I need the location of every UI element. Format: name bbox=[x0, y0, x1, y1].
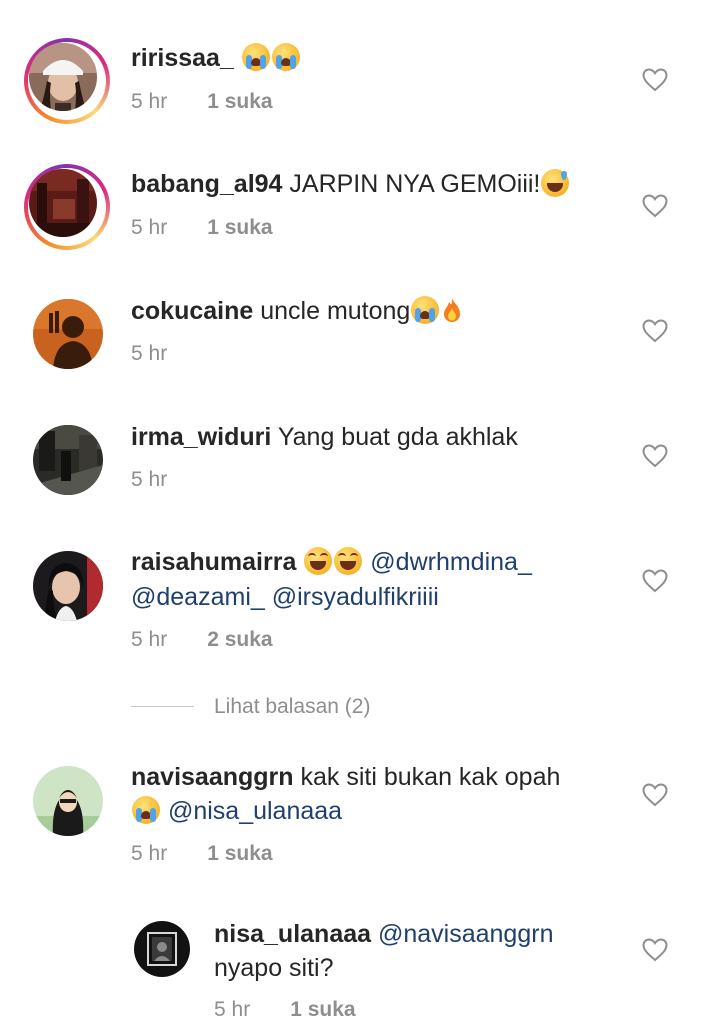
loudly-crying-face-emoji-icon bbox=[271, 43, 300, 71]
comment-text: uncle mutong bbox=[260, 297, 411, 325]
heart-outline-icon[interactable] bbox=[642, 783, 668, 807]
heart-outline-icon[interactable] bbox=[642, 938, 668, 962]
heart-outline-icon[interactable] bbox=[642, 569, 668, 593]
avatar[interactable] bbox=[33, 299, 103, 369]
comment-time: 5 hr bbox=[214, 998, 251, 1021]
loudly-crying-face-emoji-icon bbox=[132, 796, 160, 824]
loudly-crying-face-emoji-icon bbox=[241, 43, 270, 71]
comment-time: 5 hr bbox=[131, 628, 168, 651]
username[interactable]: cokucaine bbox=[131, 297, 253, 325]
replies-divider bbox=[131, 706, 194, 707]
avatar[interactable] bbox=[134, 921, 190, 977]
avatar[interactable] bbox=[33, 766, 103, 836]
mention-link[interactable]: @nisa_ulanaaa bbox=[168, 797, 342, 825]
username[interactable]: navisaanggrn bbox=[131, 763, 294, 791]
avatar[interactable] bbox=[29, 43, 97, 111]
mention-link[interactable]: @deazami_ bbox=[131, 583, 265, 611]
mention-link[interactable]: @irsyadulfikriiii bbox=[272, 583, 439, 611]
comment-time: 5 hr bbox=[131, 842, 168, 865]
heart-outline-icon[interactable] bbox=[642, 444, 668, 468]
view-replies-label: Lihat balasan (2) bbox=[214, 695, 371, 718]
comment-time: 5 hr bbox=[131, 216, 168, 239]
comment-time: 5 hr bbox=[131, 342, 168, 365]
comment-time: 5 hr bbox=[131, 468, 168, 491]
comment-time: 5 hr bbox=[131, 90, 168, 113]
heart-outline-icon[interactable] bbox=[642, 68, 668, 92]
avatar-story-ring[interactable] bbox=[24, 38, 110, 124]
like-count[interactable]: 2 suka bbox=[207, 628, 272, 651]
like-count[interactable]: 1 suka bbox=[207, 216, 272, 239]
username[interactable]: nisa_ulanaaa bbox=[214, 920, 371, 948]
loudly-crying-face-emoji-icon bbox=[411, 296, 440, 324]
mention-link[interactable]: @dwrhmdina_ bbox=[370, 548, 532, 576]
like-count[interactable]: 1 suka bbox=[290, 998, 355, 1021]
comment-text: JARPIN NYA GEMOiii! bbox=[289, 170, 541, 198]
comments-page: ririssaa_ 5 hr 1 suka babang_al94 JARPIN… bbox=[0, 0, 709, 1024]
face-with-tears-of-joy-emoji-icon bbox=[334, 547, 363, 575]
fire-emoji-icon bbox=[444, 298, 461, 322]
heart-outline-icon[interactable] bbox=[642, 194, 668, 218]
avatar[interactable] bbox=[29, 169, 97, 237]
like-count[interactable]: 1 suka bbox=[207, 90, 272, 113]
heart-outline-icon[interactable] bbox=[642, 319, 668, 343]
comment-text: kak siti bukan kak opah bbox=[300, 763, 561, 791]
face-with-tears-of-joy-emoji-icon bbox=[304, 547, 333, 575]
comment-text: nyapo siti? bbox=[214, 954, 334, 982]
username[interactable]: irma_widuri bbox=[131, 423, 271, 451]
like-count[interactable]: 1 suka bbox=[207, 842, 272, 865]
mention-link[interactable]: @navisaanggrn bbox=[378, 920, 554, 948]
avatar[interactable] bbox=[33, 551, 103, 621]
comment-text: Yang buat gda akhlak bbox=[277, 423, 518, 451]
username[interactable]: babang_al94 bbox=[131, 170, 282, 198]
avatar-story-ring[interactable] bbox=[24, 164, 110, 250]
username[interactable]: raisahumairra bbox=[131, 548, 296, 576]
grinning-face-with-sweat-emoji-icon bbox=[541, 169, 570, 197]
username[interactable]: ririssaa_ bbox=[131, 44, 234, 72]
avatar[interactable] bbox=[33, 425, 103, 495]
